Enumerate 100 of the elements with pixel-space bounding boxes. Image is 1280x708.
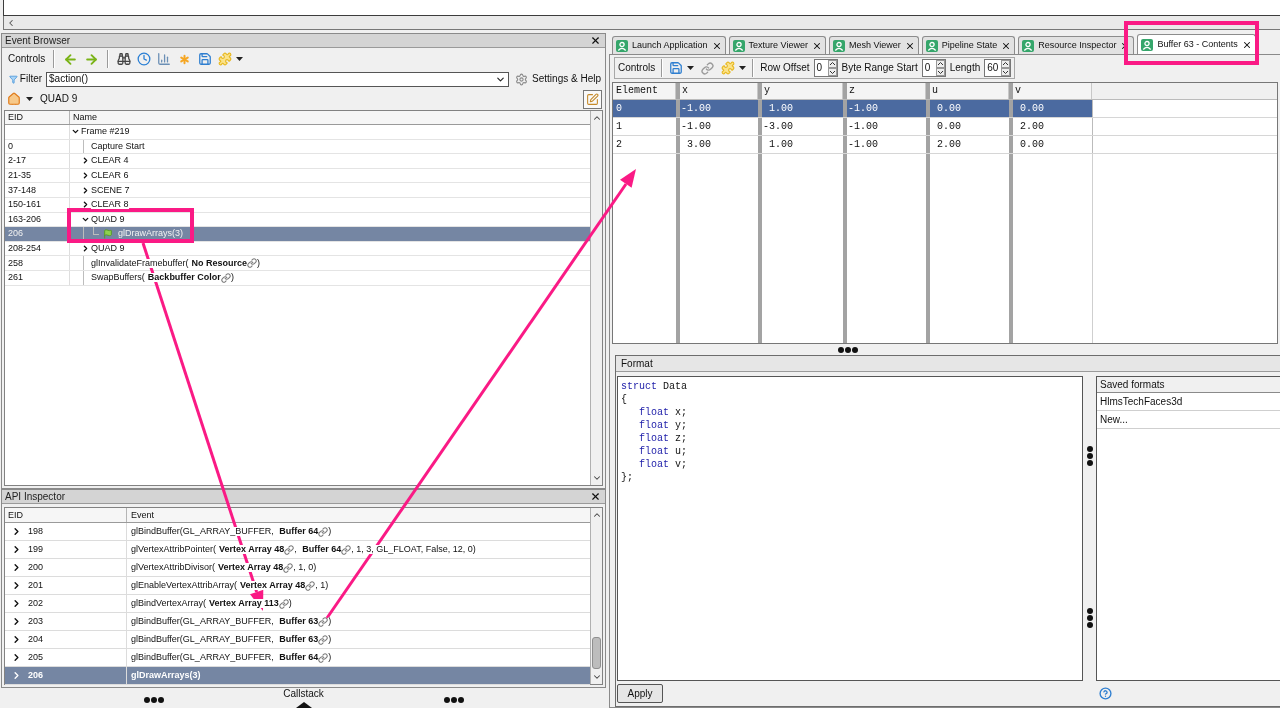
resource-link[interactable]: Buffer 64 bbox=[279, 527, 319, 536]
tab[interactable]: Launch Application bbox=[612, 36, 726, 54]
settings-help-button[interactable]: Settings & Help bbox=[515, 72, 601, 86]
code-editor[interactable]: struct Data { float x; float y; float z; float u; float v; }; bbox=[617, 376, 1083, 681]
api-row[interactable]: 202 glBindVertexArray( Vertex Array 113 ) bbox=[5, 595, 590, 613]
close-icon[interactable] bbox=[590, 491, 601, 502]
spin-arrows-icon[interactable] bbox=[1001, 60, 1011, 76]
close-icon[interactable] bbox=[711, 40, 722, 51]
api-row[interactable]: 203 glBindBuffer(GL_ARRAY_BUFFER, Buffer 63 ) bbox=[5, 613, 590, 631]
tab[interactable]: Resource Inspector bbox=[1018, 36, 1135, 54]
row-offset-spinbox[interactable]: 0 bbox=[813, 59, 838, 77]
column-header[interactable]: Event bbox=[127, 508, 590, 522]
api-row[interactable]: 198 glBindBuffer(GL_ARRAY_BUFFER, Buffer 64 ) bbox=[5, 523, 590, 541]
column-header[interactable]: EID bbox=[5, 111, 70, 124]
splitter-handle-icon[interactable] bbox=[443, 697, 464, 703]
chevron-right-icon[interactable] bbox=[11, 634, 22, 645]
column-header[interactable]: Saved formats bbox=[1097, 377, 1280, 393]
buffer-row[interactable]: 2 3.00 1.00 -1.00 2.00 0.00 bbox=[613, 136, 1093, 153]
spin-arrows-icon[interactable] bbox=[827, 60, 837, 76]
resource-link[interactable]: Buffer 64 bbox=[302, 545, 342, 554]
close-icon[interactable] bbox=[811, 40, 822, 51]
vertical-scrollbar[interactable] bbox=[590, 111, 602, 485]
scroll-up-icon[interactable] bbox=[591, 510, 602, 520]
scroll-down-icon[interactable] bbox=[591, 473, 602, 483]
splitter-handle-icon[interactable] bbox=[1086, 608, 1093, 628]
bar-chart-icon[interactable] bbox=[157, 52, 172, 66]
edit-button[interactable] bbox=[583, 89, 602, 109]
splitter-handle-icon[interactable] bbox=[838, 346, 858, 353]
scrollbar-thumb[interactable] bbox=[592, 637, 601, 669]
chevron-right-icon[interactable] bbox=[81, 185, 90, 195]
apply-button[interactable]: Apply bbox=[617, 684, 663, 703]
chevron-right-icon[interactable] bbox=[81, 244, 90, 254]
column-header[interactable]: z bbox=[843, 83, 926, 99]
save-menu-button[interactable] bbox=[669, 61, 695, 75]
chevron-right-icon[interactable] bbox=[81, 200, 90, 210]
column-header[interactable]: y bbox=[758, 83, 843, 99]
clock-icon[interactable] bbox=[137, 52, 152, 66]
horizontal-scrollbar[interactable] bbox=[3, 16, 1280, 30]
vertical-scrollbar[interactable] bbox=[590, 508, 602, 684]
help-icon[interactable] bbox=[1099, 687, 1112, 700]
api-row[interactable]: 200 glVertexAttribDivisor( Vertex Array 48 , 1, 0) bbox=[5, 559, 590, 577]
breadcrumb-item[interactable]: QUAD 9 bbox=[40, 94, 78, 104]
save-icon[interactable] bbox=[198, 52, 213, 66]
chevron-right-icon[interactable] bbox=[11, 616, 22, 627]
tree-row[interactable]: Frame #219 bbox=[5, 125, 590, 140]
resource-link[interactable]: Vertex Array 113 bbox=[209, 599, 279, 608]
column-header[interactable]: Element bbox=[613, 83, 676, 99]
scroll-down-icon[interactable] bbox=[591, 672, 602, 682]
chevron-right-icon[interactable] bbox=[11, 652, 22, 663]
chevron-right-icon[interactable] bbox=[11, 544, 22, 555]
api-row[interactable]: 204 glBindBuffer(GL_ARRAY_BUFFER, Buffer 63 ) bbox=[5, 631, 590, 649]
chevron-right-icon[interactable] bbox=[81, 171, 90, 181]
filter-combo[interactable]: $action() bbox=[46, 71, 510, 87]
api-row[interactable]: 201 glEnableVertexAttribArray( Vertex Array 48 , 1) bbox=[5, 577, 590, 595]
close-icon[interactable] bbox=[1001, 40, 1012, 51]
close-icon[interactable] bbox=[904, 40, 915, 51]
close-icon[interactable] bbox=[1241, 39, 1252, 50]
tree-row[interactable]: 258 glInvalidateFramebuffer( No Resource ) bbox=[5, 256, 590, 271]
tree-row[interactable]: 206 glDrawArrays(3) bbox=[5, 227, 590, 242]
binoculars-icon[interactable] bbox=[117, 52, 132, 66]
column-header[interactable]: v bbox=[1009, 83, 1092, 99]
close-icon[interactable] bbox=[590, 35, 601, 46]
chevron-right-icon[interactable] bbox=[11, 562, 22, 573]
resource-link[interactable]: Vertex Array 48 bbox=[219, 545, 285, 554]
splitter-handle-icon[interactable] bbox=[143, 697, 164, 703]
resource-link[interactable]: Vertex Array 48 bbox=[240, 581, 306, 590]
byte-range-start-spinbox[interactable]: 0 bbox=[921, 59, 946, 77]
plugin-menu-button[interactable] bbox=[218, 52, 244, 66]
chevron-right-icon[interactable] bbox=[11, 526, 22, 537]
tab[interactable]: Buffer 63 - Contents bbox=[1137, 34, 1256, 54]
tree-row[interactable]: 37-148 SCENE 7 bbox=[5, 183, 590, 198]
resource-link[interactable]: Buffer 64 bbox=[279, 653, 319, 662]
api-row[interactable]: 206 glDrawArrays(3) bbox=[5, 667, 590, 685]
resource-link[interactable]: Vertex Array 48 bbox=[218, 563, 284, 572]
tab[interactable]: Pipeline State bbox=[921, 36, 1016, 54]
buffer-row[interactable]: 0 -1.00 1.00 -1.00 0.00 0.00 bbox=[613, 100, 1093, 117]
resource-link[interactable]: No Resource bbox=[191, 258, 247, 268]
callstack-toggle[interactable]: Callstack bbox=[228, 688, 379, 708]
resource-link[interactable]: Buffer 63 bbox=[279, 635, 319, 644]
length-spinbox[interactable]: 60 bbox=[984, 59, 1012, 77]
spin-arrows-icon[interactable] bbox=[935, 60, 945, 76]
scroll-up-icon[interactable] bbox=[591, 113, 602, 123]
resource-link[interactable]: Backbuffer Color bbox=[147, 273, 221, 283]
tab[interactable]: Mesh Viewer bbox=[828, 36, 919, 54]
resource-link[interactable]: Buffer 63 bbox=[279, 617, 319, 626]
chevron-right-icon[interactable] bbox=[11, 598, 22, 609]
plugin-menu-button[interactable] bbox=[721, 61, 747, 75]
tab[interactable]: Texture Viewer bbox=[728, 36, 826, 54]
scroll-left-icon[interactable] bbox=[6, 17, 16, 28]
buffer-row[interactable]: 1 -1.00 -3.00 -1.00 0.00 2.00 bbox=[613, 118, 1093, 135]
home-button[interactable] bbox=[7, 92, 33, 106]
api-row[interactable]: 205 glBindBuffer(GL_ARRAY_BUFFER, Buffer 64 ) bbox=[5, 649, 590, 667]
column-header[interactable]: Name bbox=[70, 111, 590, 124]
splitter-handle-icon[interactable] bbox=[1086, 446, 1093, 466]
column-header[interactable]: u bbox=[926, 83, 1009, 99]
column-header[interactable]: EID bbox=[5, 508, 127, 522]
chevron-right-icon[interactable] bbox=[81, 156, 90, 166]
chevron-right-icon[interactable] bbox=[11, 580, 22, 591]
api-row[interactable]: 199 glVertexAttribPointer( Vertex Array 48 , Buffer 64 , 1, 3, GL_FLOAT, False, 12, 0) bbox=[5, 541, 590, 559]
tree-row[interactable]: 2-17 CLEAR 4 bbox=[5, 154, 590, 169]
